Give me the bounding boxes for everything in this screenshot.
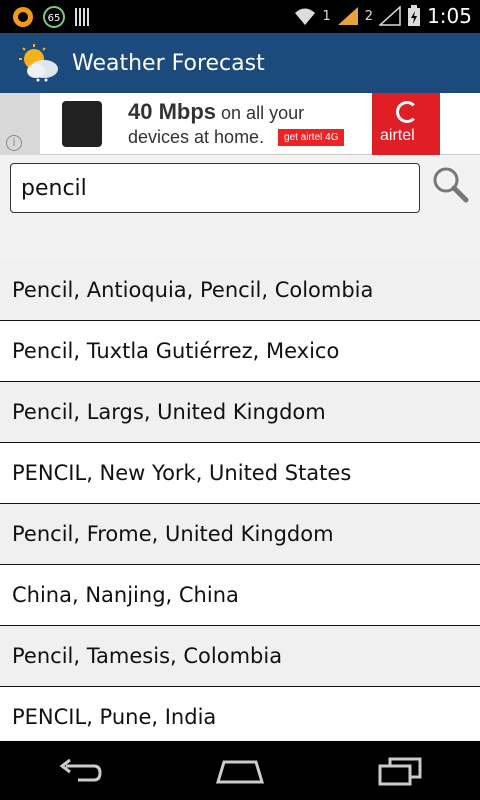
router-image (62, 101, 102, 147)
ad-headline-bold: 40 Mbps (128, 99, 217, 124)
wifi-icon (294, 8, 315, 25)
recents-icon (378, 757, 422, 785)
clock: 1:05 (427, 4, 472, 28)
list-item[interactable]: Pencil, Antioquia, Pencil, Colombia (0, 260, 480, 321)
search-row: pencil (0, 155, 480, 260)
results-list: Pencil, Antioquia, Pencil, Colombia Penc… (0, 260, 480, 740)
ring-app-icon (13, 7, 33, 27)
home-icon (215, 760, 265, 783)
airtel-logo-icon (396, 101, 418, 123)
ad-headline-rest: on all your (216, 103, 305, 123)
ad-brand-block: airtel (372, 93, 440, 155)
badge-count: 65 (48, 13, 61, 24)
ad-brand-name: airtel (380, 127, 415, 144)
list-item[interactable]: PENCIL, Pune, India (0, 687, 480, 740)
signal-icon (337, 7, 358, 25)
ad-banner[interactable]: i 40 Mbps on all your devices at home. g… (0, 93, 480, 155)
sim2-label: 2 (364, 8, 374, 24)
navigation-bar (0, 741, 480, 800)
counter-badge-icon: 65 (43, 6, 65, 28)
battery-charging-icon (408, 5, 421, 26)
status-bar: 65 1 2 1:05 (0, 0, 480, 33)
search-icon[interactable] (430, 165, 470, 205)
list-item[interactable]: PENCIL, New York, United States (0, 443, 480, 504)
ad-info-icon[interactable]: i (6, 135, 22, 151)
recents-button[interactable] (370, 751, 430, 791)
ad-headline: 40 Mbps on all your (128, 99, 304, 125)
sim1-label: 1 (322, 8, 331, 24)
ad-cta-button[interactable]: get airtel 4G (278, 129, 345, 146)
list-item[interactable]: Pencil, Tamesis, Colombia (0, 626, 480, 687)
system-icons: 1 2 1:05 (293, 4, 472, 28)
barcode-icon (75, 8, 89, 26)
list-item[interactable]: Pencil, Largs, United Kingdom (0, 382, 480, 443)
ad-subline: devices at home. (128, 127, 264, 148)
back-button[interactable] (50, 751, 110, 791)
list-item[interactable]: Pencil, Frome, United Kingdom (0, 504, 480, 565)
app-title: Weather Forecast (72, 50, 265, 76)
search-input[interactable]: pencil (10, 163, 420, 213)
ad-subline-text: devices at home. (128, 127, 265, 147)
notification-icons: 65 (12, 6, 92, 28)
signal-2-icon (379, 6, 401, 26)
list-item[interactable]: Pencil, Tuxtla Gutiérrez, Mexico (0, 321, 480, 382)
back-icon (59, 758, 102, 781)
list-item[interactable]: China, Nanjing, China (0, 565, 480, 626)
home-button[interactable] (210, 751, 270, 791)
app-bar: Weather Forecast (0, 33, 480, 93)
weather-sun-cloud-icon[interactable] (18, 43, 62, 83)
